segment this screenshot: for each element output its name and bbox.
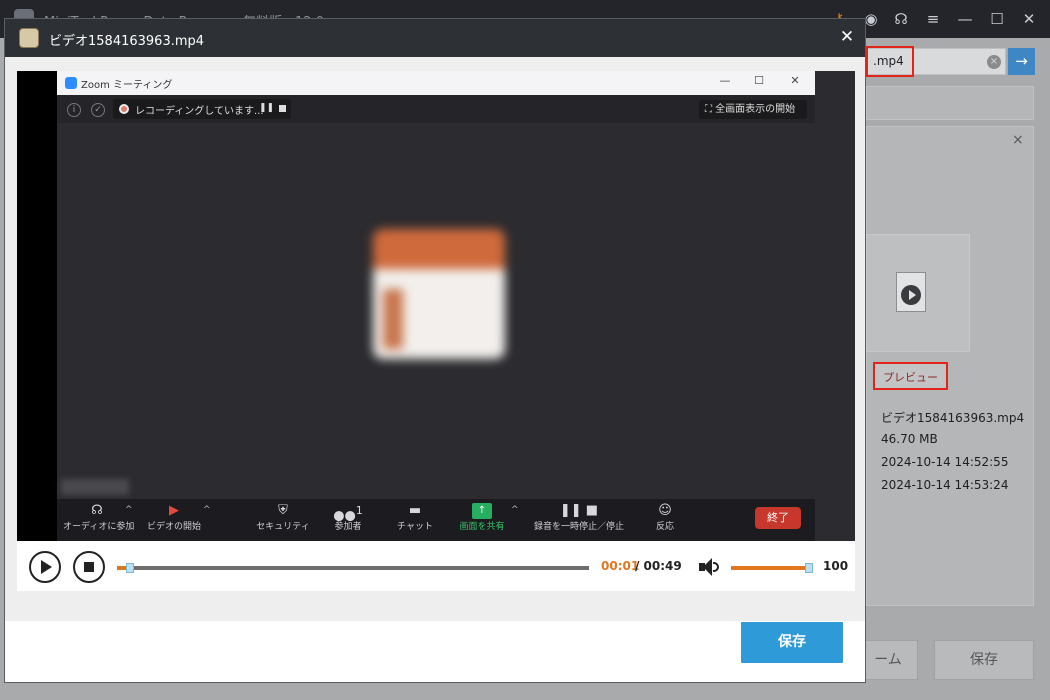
preview-dialog: ビデオ1584163963.mp4 ✕ Zoom ミーティング — ☐ ✕ i … bbox=[4, 18, 866, 683]
shield-icon: ⛨ bbox=[278, 503, 288, 518]
stop-button[interactable] bbox=[73, 551, 105, 583]
zoom-record-label: 録音を一時停止／停止 bbox=[533, 522, 624, 532]
play-button[interactable] bbox=[29, 551, 61, 583]
video-file-icon bbox=[896, 272, 926, 312]
play-icon bbox=[901, 285, 921, 305]
reaction-icon: ☺ bbox=[658, 503, 672, 518]
participant-count: 1 bbox=[355, 504, 363, 517]
fullscreen-label: ⛶ 全画面表示の開始 bbox=[699, 100, 807, 119]
save-button[interactable]: 保存 bbox=[741, 622, 843, 663]
detail-close-icon[interactable]: × bbox=[1012, 132, 1024, 148]
volume-handle[interactable] bbox=[805, 563, 813, 573]
headphone-icon: ☊ bbox=[91, 503, 103, 518]
volume-value: 100 bbox=[823, 559, 849, 573]
record-dot-icon bbox=[119, 104, 129, 114]
zoom-record: ❚❚ ■ 録音を一時停止／停止 bbox=[527, 503, 631, 532]
blurred-avatar bbox=[373, 229, 505, 359]
zoom-titlebar: Zoom ミーティング — ☐ ✕ bbox=[57, 71, 815, 95]
zoom-participants: ●●1 参加者 bbox=[327, 503, 369, 532]
search-highlight bbox=[866, 46, 914, 77]
zoom-end-button: 終了 bbox=[755, 507, 801, 529]
seek-handle[interactable] bbox=[126, 563, 135, 573]
seek-progress bbox=[117, 566, 127, 570]
zoom-audio-label: オーディオに参加 bbox=[63, 522, 135, 532]
search-go-button[interactable]: → bbox=[1008, 48, 1035, 75]
caret-icon: ^ bbox=[511, 505, 519, 515]
blurred-name bbox=[61, 479, 129, 495]
volume-icon[interactable] bbox=[699, 557, 719, 577]
volume-slider[interactable] bbox=[731, 563, 813, 573]
zoom-share: ↑ 画面を共有 bbox=[453, 503, 511, 532]
zoom-maximize-icon: ☐ bbox=[754, 74, 764, 87]
bg-save-button[interactable]: 保存 bbox=[934, 640, 1034, 680]
seek-bar[interactable] bbox=[117, 563, 589, 573]
pause-icon: ❚❚ bbox=[259, 103, 275, 113]
dialog-header: ビデオ1584163963.mp4 ✕ bbox=[5, 19, 865, 57]
info-icon: i bbox=[67, 103, 81, 117]
filter-strip bbox=[866, 86, 1034, 120]
shield-check-icon: ✓ bbox=[91, 103, 105, 117]
total-time: / 00:49 bbox=[635, 559, 682, 573]
share-screen-icon: ↑ bbox=[472, 503, 492, 519]
menu-icon[interactable]: ≡ bbox=[922, 8, 944, 30]
zoom-top-bar: i ✓ レコーディングしています... ❚❚ ⛶ 全画面表示の開始 bbox=[57, 95, 815, 123]
caret-icon: ^ bbox=[125, 505, 133, 515]
zoom-video: ▶ ビデオの開始 bbox=[145, 503, 203, 532]
home-button[interactable]: ーム bbox=[858, 640, 918, 680]
zoom-participants-label: 参加者 bbox=[334, 522, 362, 532]
headset-icon[interactable]: ☊ bbox=[890, 8, 912, 30]
close-icon[interactable]: ✕ bbox=[1018, 8, 1040, 30]
file-name: ビデオ1584163963.mp4 bbox=[881, 411, 1025, 425]
zoom-share-label: 画面を共有 bbox=[459, 522, 505, 532]
maximize-icon[interactable]: ☐ bbox=[986, 8, 1008, 30]
caret-icon: ^ bbox=[203, 505, 211, 515]
file-size: 46.70 MB bbox=[881, 432, 938, 446]
file-modified: 2024-10-14 14:53:24 bbox=[881, 478, 1009, 492]
zoom-audio: ☊ オーディオに参加 bbox=[63, 503, 135, 532]
preview-button[interactable]: プレビュー bbox=[873, 362, 948, 390]
zoom-video-label: ビデオの開始 bbox=[146, 522, 201, 532]
zoom-reactions: ☺ 反応 bbox=[647, 503, 683, 532]
chat-icon: ▬ bbox=[408, 503, 422, 518]
video-frame[interactable]: Zoom ミーティング — ☐ ✕ i ✓ レコーディングしています... ❚❚… bbox=[17, 71, 855, 541]
clear-icon[interactable]: × bbox=[987, 55, 1001, 69]
zoom-close-icon: ✕ bbox=[790, 74, 800, 87]
player-controls: 00:01 / 00:49 100 bbox=[17, 541, 855, 591]
recording-text: レコーディングしています... bbox=[135, 106, 264, 117]
zoom-security-label: セキュリティ bbox=[256, 522, 310, 532]
zoom-window-title: Zoom ミーティング bbox=[81, 80, 173, 91]
stop-icon bbox=[279, 105, 286, 112]
preview-button-label: プレビュー bbox=[883, 371, 938, 384]
zoom-minimize-icon: — bbox=[719, 74, 731, 87]
file-created: 2024-10-14 14:52:55 bbox=[881, 455, 1009, 469]
dialog-title: ビデオ1584163963.mp4 bbox=[49, 34, 205, 49]
zoom-toolbar: ☊ オーディオに参加 ^ ▶ ビデオの開始 ^ ⛨ セキュリティ ●●1 参加者 bbox=[57, 499, 815, 541]
participants-icon: ●●1 bbox=[333, 504, 363, 524]
recording-indicator: レコーディングしています... ❚❚ bbox=[113, 99, 291, 119]
record-controls-icon: ❚❚ ■ bbox=[559, 503, 599, 518]
dialog-close-icon[interactable]: ✕ bbox=[837, 25, 857, 49]
zoom-reactions-label: 反応 bbox=[655, 522, 674, 532]
zoom-chat: ▬ チャット bbox=[395, 503, 435, 532]
video-icon bbox=[19, 28, 39, 48]
zoom-window: Zoom ミーティング — ☐ ✕ i ✓ レコーディングしています... ❚❚… bbox=[57, 71, 855, 541]
volume-level bbox=[731, 566, 807, 570]
zoom-security: ⛨ セキュリティ bbox=[255, 503, 311, 532]
zoom-logo-icon bbox=[65, 77, 77, 89]
minimize-icon[interactable]: — bbox=[954, 8, 976, 30]
zoom-chat-label: チャット bbox=[397, 522, 433, 532]
current-time: 00:01 bbox=[601, 559, 640, 573]
video-off-icon: ▶ bbox=[169, 503, 179, 518]
